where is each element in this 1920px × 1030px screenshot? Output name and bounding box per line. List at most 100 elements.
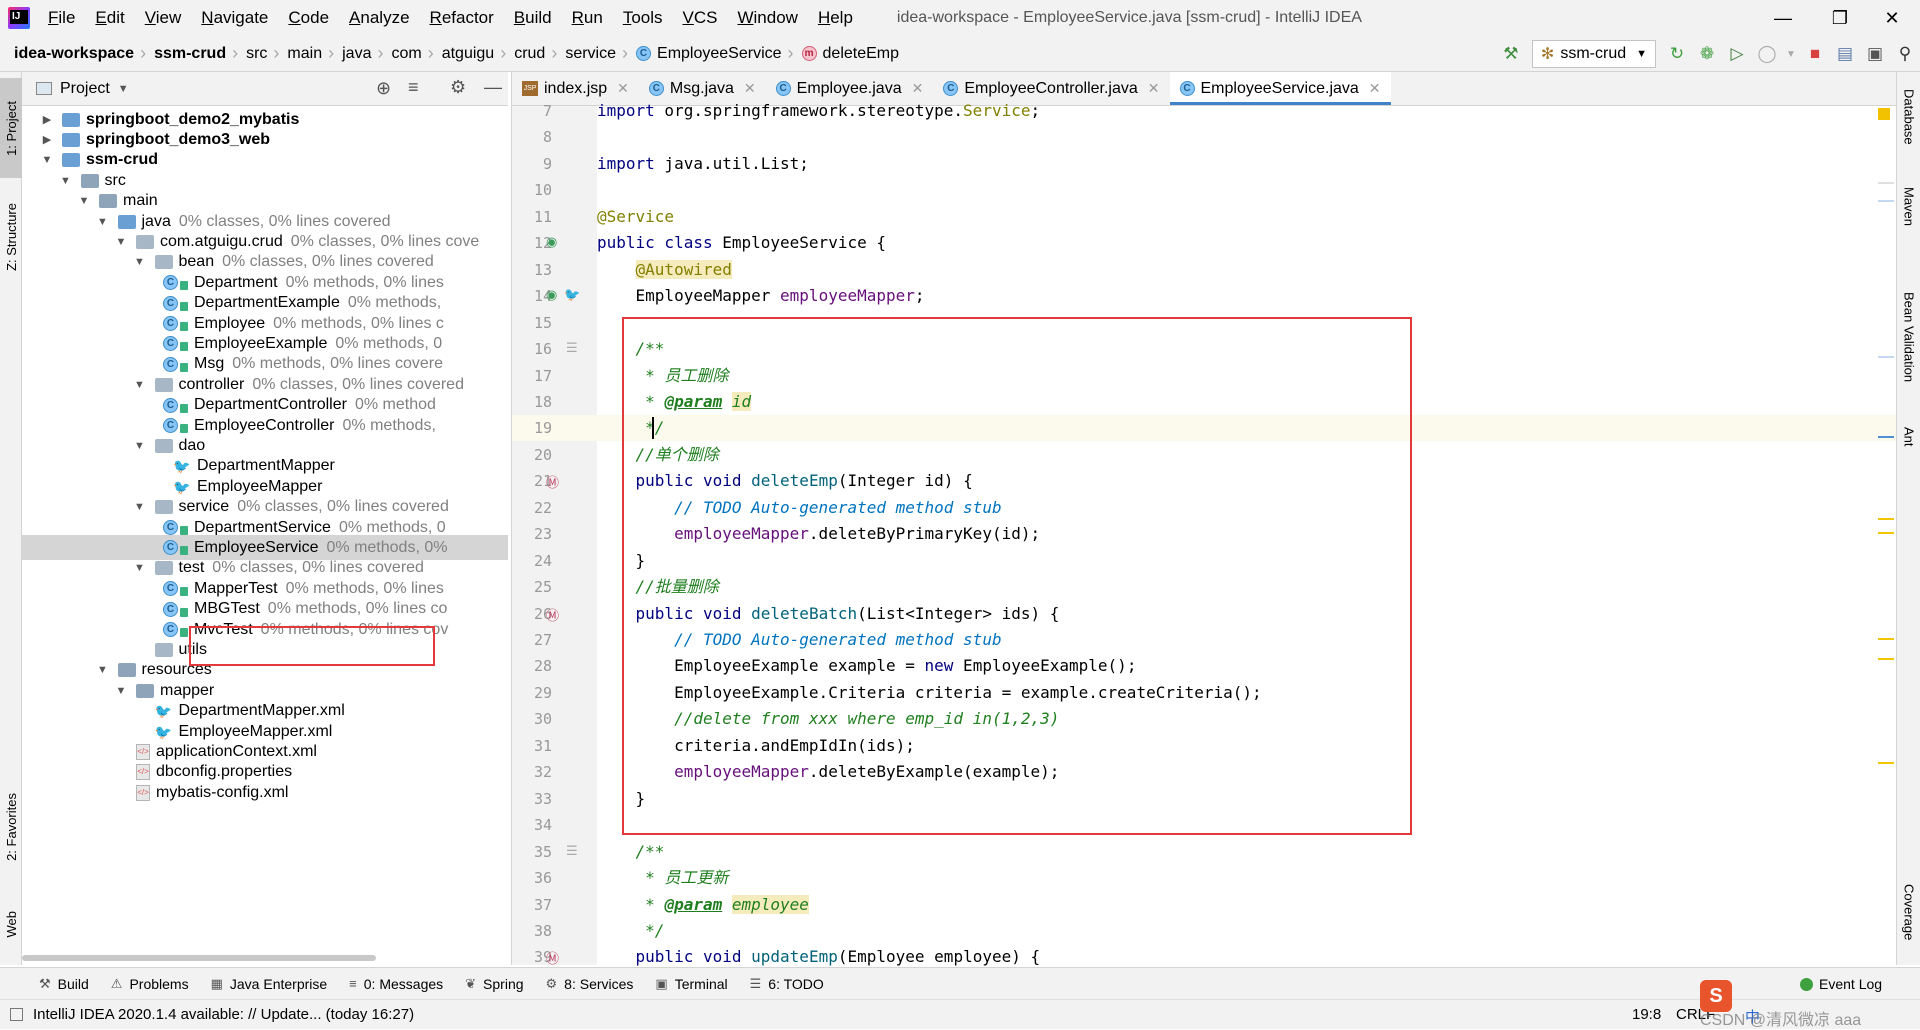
code-line[interactable]: EmployeeMapper employeeMapper; bbox=[597, 283, 1797, 309]
caret-position[interactable]: 19:8 bbox=[1632, 1006, 1661, 1023]
code-line[interactable]: */ bbox=[597, 918, 1797, 944]
hide-panel-icon[interactable]: — bbox=[484, 77, 502, 98]
web-tool-tab[interactable]: Web bbox=[0, 894, 22, 954]
breadcrumb-item[interactable]: src › bbox=[242, 43, 283, 64]
expand-arrow-icon[interactable]: ▼ bbox=[133, 501, 147, 513]
close-icon[interactable]: ✕ bbox=[744, 80, 756, 97]
maven-tool-tab[interactable]: Maven bbox=[1897, 172, 1920, 242]
breadcrumb-item[interactable]: crud › bbox=[510, 43, 561, 64]
menu-build[interactable]: Build bbox=[504, 0, 562, 36]
bottom-tool-tab[interactable]: ▣ Terminal bbox=[644, 976, 738, 992]
build-hammer-icon[interactable]: ⚒ bbox=[1496, 39, 1526, 69]
code-line[interactable]: /** bbox=[597, 839, 1797, 865]
expand-arrow-icon[interactable]: ▼ bbox=[133, 440, 147, 452]
structure-tool-tab[interactable]: Z: Structure bbox=[0, 182, 22, 292]
gear-icon[interactable]: ⚙ bbox=[450, 77, 466, 98]
menu-navigate[interactable]: Navigate bbox=[191, 0, 278, 36]
menu-help[interactable]: Help bbox=[808, 0, 863, 36]
expand-arrow-icon[interactable]: ▼ bbox=[40, 154, 54, 166]
spring-bean-icon[interactable]: ◉ bbox=[546, 234, 557, 250]
code-line[interactable]: * 员工更新 bbox=[597, 865, 1797, 891]
coverage-tool-tab[interactable]: Coverage bbox=[1897, 872, 1920, 952]
code-line[interactable] bbox=[597, 124, 1797, 150]
rerun-icon[interactable]: ↻ bbox=[1662, 39, 1692, 69]
breadcrumb-item[interactable]: idea-workspace › bbox=[10, 43, 150, 64]
menu-window[interactable]: Window bbox=[727, 0, 807, 36]
bottom-tool-tab[interactable]: ⚠ Problems bbox=[100, 976, 200, 992]
bottom-tool-tab[interactable]: ⚙ 8: Services bbox=[535, 976, 645, 992]
method-mapping-icon[interactable]: Ⓜ bbox=[546, 605, 559, 624]
tree-horizontal-scrollbar[interactable] bbox=[22, 955, 508, 963]
bottom-tool-tab[interactable]: ▦ Java Enterprise bbox=[200, 976, 339, 992]
debug-icon[interactable]: ❁ bbox=[1692, 39, 1722, 69]
close-icon[interactable]: ✕ bbox=[912, 80, 924, 97]
code-line[interactable]: public class EmployeeService { bbox=[597, 230, 1797, 256]
code-line[interactable] bbox=[597, 177, 1797, 203]
project-structure-icon[interactable]: ▤ bbox=[1830, 39, 1860, 69]
layout-icon[interactable]: ▣ bbox=[1860, 39, 1890, 69]
stop-icon[interactable]: ■ bbox=[1800, 39, 1830, 69]
tree-node[interactable]: </> mybatis-config.xml bbox=[22, 780, 508, 805]
breadcrumb-item[interactable]: m deleteEmp bbox=[798, 45, 904, 63]
collapse-arrow-icon[interactable]: ▶ bbox=[40, 113, 54, 126]
expand-arrow-icon[interactable]: ▼ bbox=[133, 562, 147, 574]
database-tool-tab[interactable]: Database bbox=[1897, 82, 1920, 152]
ant-tool-tab[interactable]: Ant bbox=[1897, 412, 1920, 462]
project-view-title[interactable]: Project bbox=[60, 80, 110, 98]
breadcrumb-item[interactable]: atguigu › bbox=[438, 43, 511, 64]
method-mapping-icon[interactable]: Ⓜ bbox=[546, 948, 559, 967]
profile-dropdown-icon[interactable]: ▼ bbox=[1782, 39, 1800, 69]
breadcrumb-item[interactable]: service › bbox=[561, 43, 632, 64]
toggle-tool-windows-icon[interactable] bbox=[10, 1008, 23, 1021]
close-icon[interactable]: ✕ bbox=[617, 80, 629, 97]
doc-render-icon[interactable]: ☰ bbox=[566, 340, 578, 356]
project-tool-tab[interactable]: 1: Project bbox=[0, 78, 22, 178]
spring-bean-icon[interactable]: ◉ bbox=[546, 287, 557, 303]
bottom-tool-tab[interactable]: ≡ 0: Messages bbox=[338, 976, 454, 992]
locate-icon[interactable]: ⊕ bbox=[376, 78, 391, 99]
code-line[interactable]: import java.util.List; bbox=[597, 151, 1797, 177]
doc-render-icon[interactable]: ☰ bbox=[566, 843, 578, 859]
restore-button[interactable]: ❐ bbox=[1812, 0, 1868, 36]
code-line[interactable]: @Autowired bbox=[597, 257, 1797, 283]
expand-arrow-icon[interactable]: ▼ bbox=[133, 256, 147, 268]
close-window-button[interactable]: ✕ bbox=[1864, 0, 1920, 36]
bottom-tool-tab[interactable]: ☰ 6: TODO bbox=[739, 976, 835, 992]
run-config-select[interactable]: ✻ ssm-crud ▼ bbox=[1531, 40, 1656, 68]
profile-icon[interactable]: ◯ bbox=[1752, 39, 1782, 69]
close-icon[interactable]: ✕ bbox=[1148, 80, 1160, 97]
menu-code[interactable]: Code bbox=[278, 0, 339, 36]
expand-arrow-icon[interactable]: ▼ bbox=[96, 664, 110, 676]
breadcrumb-item[interactable]: java › bbox=[338, 43, 387, 64]
menu-analyze[interactable]: Analyze bbox=[339, 0, 419, 36]
expand-arrow-icon[interactable]: ▼ bbox=[96, 216, 110, 228]
bottom-tool-tab[interactable]: ❦ Spring bbox=[454, 976, 534, 992]
chevron-down-icon[interactable]: ▼ bbox=[118, 83, 129, 95]
event-log-button[interactable]: Event Log bbox=[1800, 976, 1882, 992]
collapse-arrow-icon[interactable]: ▶ bbox=[40, 133, 54, 146]
menu-view[interactable]: View bbox=[135, 0, 192, 36]
error-stripe[interactable] bbox=[1876, 106, 1896, 965]
menu-run[interactable]: Run bbox=[562, 0, 613, 36]
method-mapping-icon[interactable]: Ⓜ bbox=[546, 472, 559, 491]
breadcrumb-item[interactable]: C EmployeeService › bbox=[632, 43, 798, 64]
menu-refactor[interactable]: Refactor bbox=[420, 0, 504, 36]
bean-validation-tool-tab[interactable]: Bean Validation bbox=[1897, 272, 1920, 402]
code-line[interactable]: @Service bbox=[597, 204, 1797, 230]
code-line[interactable]: * @param employee bbox=[597, 892, 1797, 918]
mybatis-navigate-icon[interactable]: 🐦 bbox=[564, 287, 580, 303]
expand-arrow-icon[interactable]: ▼ bbox=[59, 175, 73, 187]
collapse-all-icon[interactable]: ≡ bbox=[408, 77, 419, 98]
favorites-tool-tab[interactable]: 2: Favorites bbox=[0, 777, 22, 877]
coverage-run-icon[interactable]: ▷ bbox=[1722, 39, 1752, 69]
minimize-button[interactable]: — bbox=[1755, 0, 1811, 36]
breadcrumb-item[interactable]: main › bbox=[283, 43, 338, 64]
code-line[interactable]: import org.springframework.stereotype.Se… bbox=[597, 98, 1797, 124]
menu-file[interactable]: File bbox=[38, 0, 85, 36]
breadcrumb-item[interactable]: ssm-crud › bbox=[150, 43, 242, 64]
expand-arrow-icon[interactable]: ▼ bbox=[114, 236, 128, 248]
breadcrumb-item[interactable]: com › bbox=[387, 43, 437, 64]
status-message[interactable]: IntelliJ IDEA 2020.1.4 available: // Upd… bbox=[33, 1006, 414, 1023]
menu-vcs[interactable]: VCS bbox=[673, 0, 728, 36]
expand-arrow-icon[interactable]: ▼ bbox=[133, 379, 147, 391]
